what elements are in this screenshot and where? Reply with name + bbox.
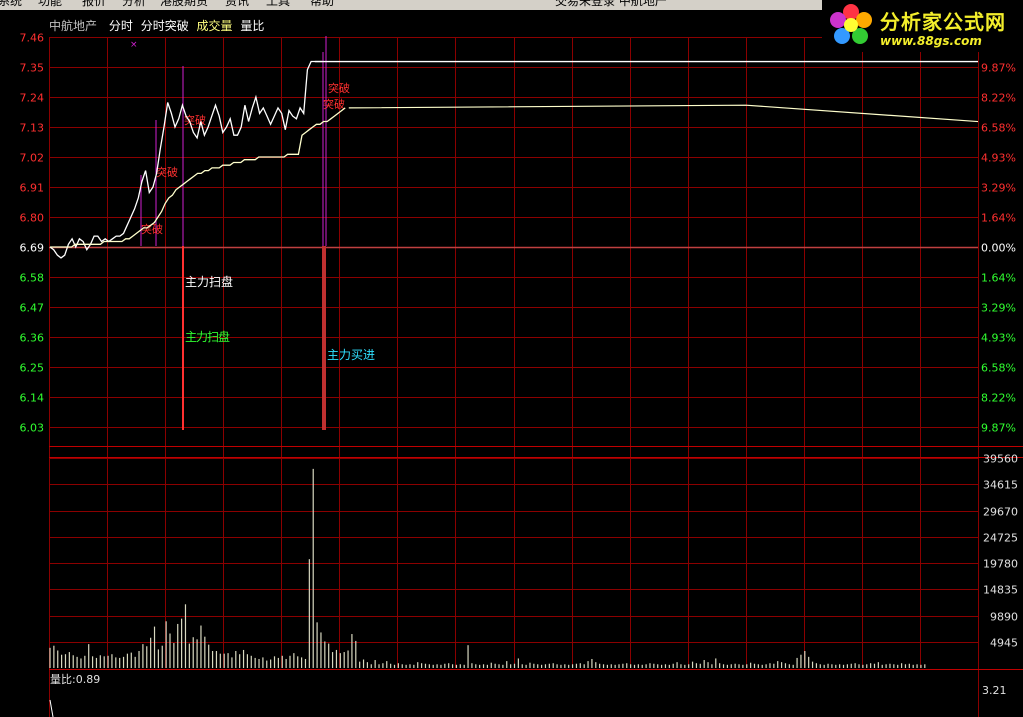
percent-tick-label: 0.00%: [981, 242, 1016, 255]
percent-tick-label: 9.87%: [981, 422, 1016, 435]
volume-tick-label: 9890: [990, 611, 1018, 624]
price-tick-label: 7.35: [20, 62, 45, 75]
price-tick-label: 6.14: [20, 392, 45, 405]
price-tick-label: 7.46: [20, 32, 45, 45]
volume-tick-label: 19780: [983, 558, 1018, 571]
flower-icon: [830, 4, 872, 44]
price-tick-label: 6.25: [20, 362, 45, 375]
ratio-indicator-label: 量比: [240, 19, 265, 33]
tab-breakout[interactable]: 分时突破: [141, 19, 189, 33]
percent-tick-label: 8.22%: [981, 92, 1016, 105]
percent-tick-label: 8.22%: [981, 392, 1016, 405]
price-tick-label: 6.69: [20, 242, 45, 255]
volume-tick-label: 29670: [983, 506, 1018, 519]
panel-header: 中航地产 分时 分时突破 成交量 量比: [49, 17, 272, 33]
percent-tick-label: 9.87%: [981, 62, 1016, 75]
logo-url: www.88gs.com: [880, 34, 982, 48]
sweep-green-label: 主力扫盘: [185, 329, 230, 344]
axis-labels: 7.46 7.35 7.24 7.13 7.02 6.91 6.80 6.69 6.58 6.47…: [20, 32, 1019, 698]
average-price-line: [50, 107, 346, 248]
price-tick-label: 6.47: [20, 302, 45, 315]
price-tick-label: 6.36: [20, 332, 45, 345]
logo-text: 分析家公式网: [880, 10, 1006, 34]
buy-cyan-label: 主力买进: [327, 348, 375, 362]
price-tick-label: 7.02: [20, 152, 45, 165]
price-tick-label: 6.03: [20, 422, 45, 435]
volume-ratio-value: 量比:0.89: [50, 673, 100, 686]
breakout-label: 突破: [328, 81, 350, 95]
average-price-tail: [348, 104, 979, 123]
tab-intraday[interactable]: 分时: [109, 19, 133, 33]
volume-tick-label: 39560: [983, 453, 1018, 466]
percent-tick-label: 4.93%: [981, 152, 1016, 165]
price-tick-label: 6.58: [20, 272, 45, 285]
ratio-axis-label: 3.21: [982, 684, 1007, 697]
breakout-label: 突破: [323, 97, 345, 111]
volume-ratio-line: [49, 699, 54, 717]
price-tick-label: 7.13: [20, 122, 45, 135]
volume-tick-label: 14835: [983, 584, 1018, 597]
volume-indicator-label: 成交量: [196, 19, 233, 33]
percent-tick-label: 3.29%: [981, 302, 1016, 315]
main-sweep-label: 主力扫盘: [185, 274, 233, 289]
percent-tick-label: 1.64%: [981, 272, 1016, 285]
percent-tick-label: 6.58%: [981, 122, 1016, 135]
chart-grid: [49, 37, 1023, 717]
volume-tick-label: 4945: [990, 637, 1018, 650]
percent-tick-label: 6.58%: [981, 362, 1016, 375]
site-logo: 分析家公式网 www.88gs.com: [822, 0, 1023, 52]
percent-tick-label: 4.93%: [981, 332, 1016, 345]
percent-tick-label: 1.64%: [981, 212, 1016, 225]
signal-cross: ×: [130, 40, 138, 50]
breakout-label: 突破: [156, 165, 178, 179]
breakout-label: 突破: [184, 113, 206, 127]
price-tick-label: 7.24: [20, 92, 45, 105]
intraday-chart: 7.46 7.35 7.24 7.13 7.02 6.91 6.80 6.69 6.58 6.47…: [20, 32, 1023, 717]
signal-marks: ×突破突破突破突破突破主力扫盘主力扫盘主力买进: [130, 36, 375, 430]
percent-tick-label: 3.29%: [981, 182, 1016, 195]
price-tick-label: 6.80: [20, 212, 45, 225]
volume-bars: [49, 468, 926, 668]
volume-tick-label: 24725: [983, 532, 1018, 545]
volume-tick-label: 34615: [983, 479, 1018, 492]
stock-name: 中航地产: [49, 19, 98, 33]
price-tick-label: 6.91: [20, 182, 45, 195]
